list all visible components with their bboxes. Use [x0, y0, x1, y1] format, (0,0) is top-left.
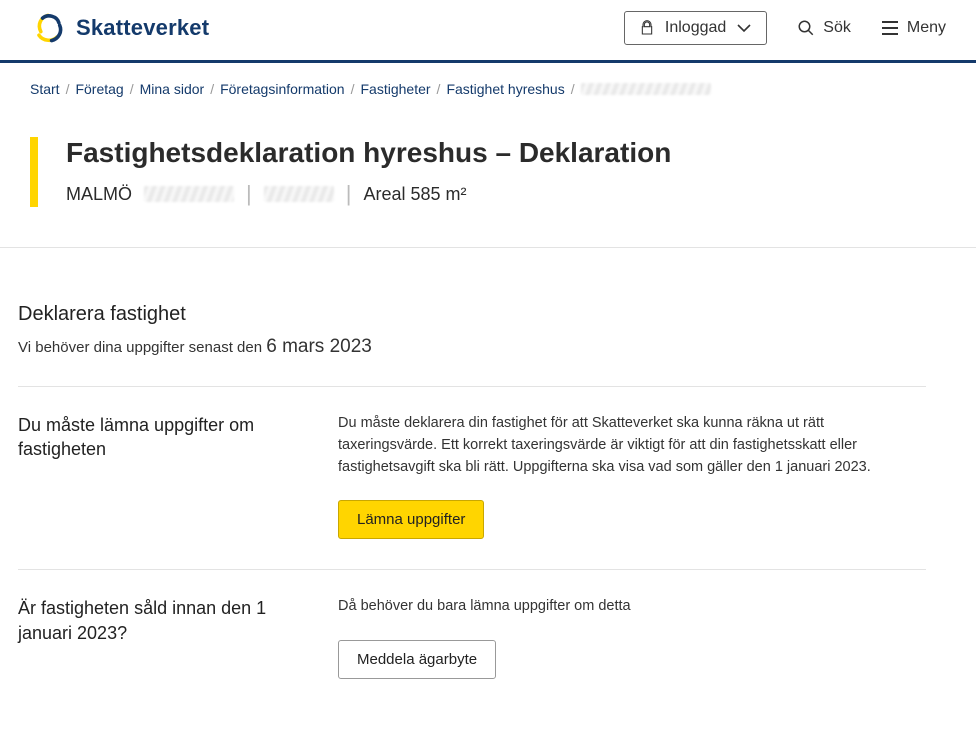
menu-icon: [881, 20, 899, 36]
row-body: Du måste deklarera din fastighet för att…: [338, 413, 926, 478]
page-title: Fastighetsdeklaration hyreshus – Deklara…: [66, 137, 946, 169]
chevron-down-icon: [736, 22, 752, 34]
menu-link[interactable]: Meny: [881, 19, 946, 37]
report-owner-change-button[interactable]: Meddela ägarbyte: [338, 640, 496, 679]
row-heading: Är fastigheten såld innan den 1 januari …: [18, 596, 298, 679]
brand-name: Skatteverket: [76, 15, 209, 41]
breadcrumb-item[interactable]: Företagsinformation: [220, 81, 345, 97]
login-status-button[interactable]: Inloggad: [624, 11, 767, 45]
row-heading: Du måste lämna uppgifter om fastigheten: [18, 413, 298, 539]
city-label: MALMÖ: [66, 184, 132, 205]
submit-details-button[interactable]: Lämna uppgifter: [338, 500, 484, 539]
section-heading: Deklarera fastighet: [18, 303, 926, 326]
deadline-text: Vi behöver dina uppgifter senast den 6 m…: [18, 336, 926, 358]
redacted-text: [144, 186, 234, 202]
redacted-text: [264, 186, 334, 202]
divider: |: [346, 181, 352, 207]
breadcrumb: Start/ Företag/ Mina sidor/ Företagsinfo…: [0, 63, 976, 97]
deadline-prefix: Vi behöver dina uppgifter senast den: [18, 339, 266, 356]
lock-icon: [639, 20, 655, 36]
row-body: Då behöver du bara lämna uppgifter om de…: [338, 596, 926, 618]
breadcrumb-item[interactable]: Företag: [75, 81, 123, 97]
search-link[interactable]: Sök: [797, 19, 851, 37]
page-subtitle: MALMÖ | | Areal 585 m²: [66, 181, 946, 207]
login-status-label: Inloggad: [665, 19, 726, 37]
breadcrumb-item[interactable]: Fastighet hyreshus: [446, 81, 564, 97]
breadcrumb-item[interactable]: Mina sidor: [140, 81, 205, 97]
search-icon: [797, 19, 815, 37]
search-label: Sök: [823, 19, 851, 37]
breadcrumb-item[interactable]: Fastigheter: [361, 81, 431, 97]
brand-logo[interactable]: Skatteverket: [30, 10, 209, 46]
deadline-date: 6 mars 2023: [266, 336, 372, 357]
breadcrumb-item[interactable]: Start: [30, 81, 60, 97]
divider: |: [246, 181, 252, 207]
redacted-text: [581, 83, 711, 95]
area-label: Areal 585 m²: [363, 184, 466, 205]
swirl-icon: [30, 10, 66, 46]
menu-label: Meny: [907, 19, 946, 37]
